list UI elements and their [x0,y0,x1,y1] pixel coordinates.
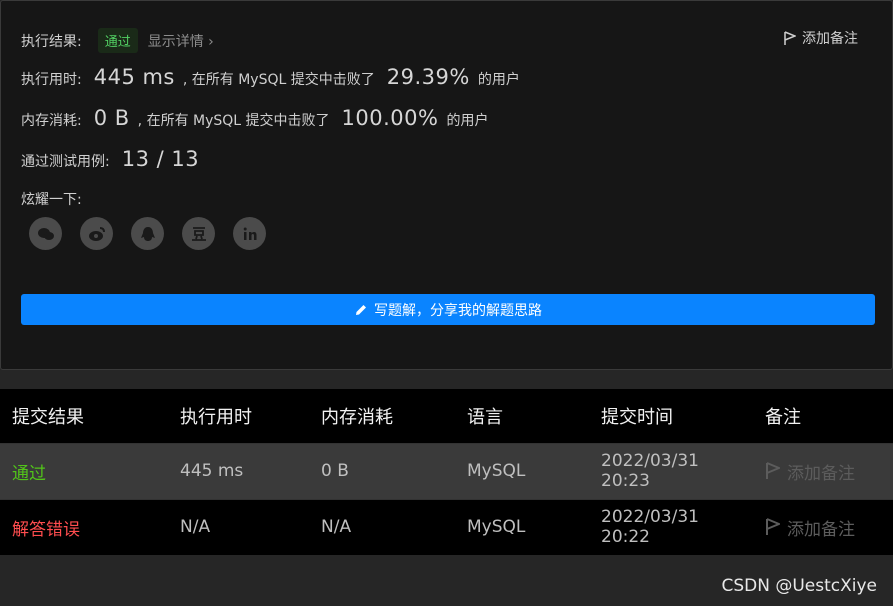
qq-icon [140,226,155,241]
share-wechat-button[interactable] [29,217,62,250]
flag-icon [766,462,780,479]
header-language: 语言 [455,389,589,443]
share-label: 炫耀一下: [21,192,82,208]
status-link[interactable]: 通过 [12,464,46,484]
table-header-row: 提交结果 执行用时 内存消耗 语言 提交时间 备注 [0,389,893,443]
row-add-note-label: 添加备注 [787,519,855,540]
table-row[interactable]: 通过 445 ms 0 B MySQL 2022/03/31 20:23 添加备… [0,442,893,499]
douban-icon [191,226,206,241]
row-add-note-button[interactable]: 添加备注 [765,500,893,555]
memory-percent: 100.00% [341,106,439,130]
share-weibo-button[interactable] [80,217,113,250]
memory-prefix: , 在所有 MySQL 提交中击败了 [137,113,330,129]
runtime-suffix: 的用户 [477,72,520,88]
row-memory: 0 B [309,442,455,499]
add-note-label: 添加备注 [802,31,858,47]
share-douban-button[interactable] [182,217,215,250]
row-runtime: N/A [168,498,309,555]
runtime-prefix: , 在所有 MySQL 提交中击败了 [182,72,375,88]
show-details-link[interactable]: 显示详情 › [148,31,214,51]
pencil-icon [356,304,366,315]
row-status[interactable]: 通过 [0,442,168,499]
memory-row: 内存消耗: 0 B , 在所有 MySQL 提交中击败了 100.00% 的用户 [21,106,488,130]
row-note-cell: 添加备注 [753,498,893,555]
row-submit-time: 2022/03/31 20:23 [589,442,753,499]
row-language: MySQL [455,498,589,555]
row-note-cell: 添加备注 [753,442,893,499]
row-add-note-label: 添加备注 [787,463,855,484]
header-submit-time: 提交时间 [589,389,753,443]
header-runtime: 执行用时 [168,389,309,443]
tests-value: 13 / 13 [121,147,200,171]
tests-row: 通过测试用例: 13 / 13 [21,147,207,171]
row-add-note-button[interactable]: 添加备注 [765,444,893,499]
row-status[interactable]: 解答错误 [0,498,168,555]
add-note-button[interactable]: 添加备注 [784,28,858,48]
exec-result-label: 执行结果: [21,34,82,50]
submission-table: 提交结果 执行用时 内存消耗 语言 提交时间 备注 通过 445 ms 0 B … [0,389,893,555]
row-runtime: 445 ms [168,442,309,499]
flag-icon [766,518,780,535]
row-submit-time: 2022/03/31 20:22 [589,498,753,555]
share-linkedin-button[interactable] [233,217,266,250]
row-language: MySQL [455,442,589,499]
runtime-value: 445 ms [93,65,175,89]
linkedin-icon [243,227,256,240]
row-memory: N/A [309,498,455,555]
result-panel: 执行结果: 通过 显示详情 › 添加备注 执行用时: 445 ms , 在所有 … [0,0,893,370]
share-buttons [29,217,266,250]
flag-icon [784,30,796,45]
runtime-row: 执行用时: 445 ms , 在所有 MySQL 提交中击败了 29.39% 的… [21,65,520,89]
watermark: CSDN @UestcXiye [721,576,877,596]
write-solution-label: 写题解，分享我的解题思路 [374,302,542,319]
header-status: 提交结果 [0,389,168,443]
exec-result-row: 执行结果: 通过 显示详情 › [21,28,214,53]
runtime-percent: 29.39% [386,65,470,89]
share-row-label: 炫耀一下: [21,189,82,209]
tests-label: 通过测试用例: [21,154,110,170]
memory-value: 0 B [93,106,130,130]
status-badge: 通过 [97,28,138,53]
header-note: 备注 [753,389,893,443]
memory-label: 内存消耗: [21,113,82,129]
write-solution-button[interactable]: 写题解，分享我的解题思路 [21,294,875,325]
memory-suffix: 的用户 [446,113,489,129]
runtime-label: 执行用时: [21,72,82,88]
status-link[interactable]: 解答错误 [12,520,80,540]
share-qq-button[interactable] [131,217,164,250]
weibo-icon [88,226,105,241]
header-memory: 内存消耗 [309,389,455,443]
wechat-icon [37,227,54,240]
table-row[interactable]: 解答错误 N/A N/A MySQL 2022/03/31 20:22 添加备注 [0,498,893,555]
